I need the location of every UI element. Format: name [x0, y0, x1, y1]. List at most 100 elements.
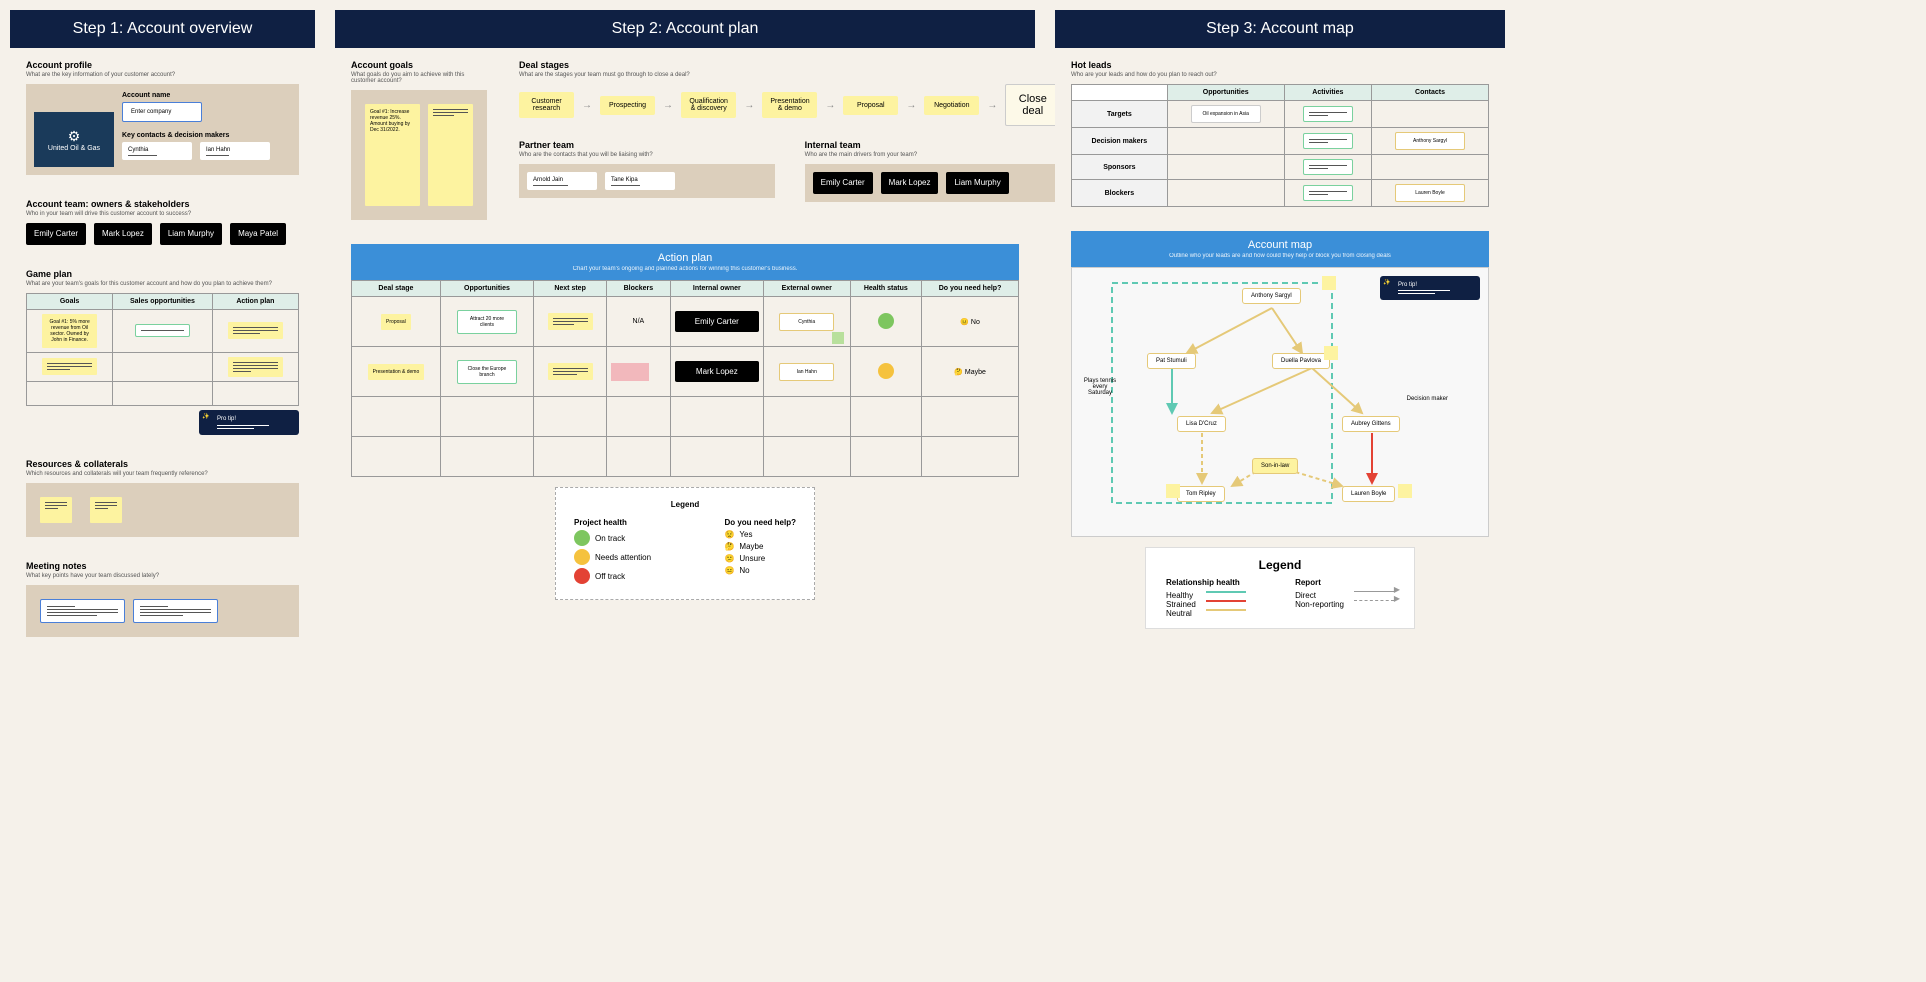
- contact-card[interactable]: Lauren Boyle: [1395, 184, 1465, 202]
- stage[interactable]: Prospecting: [600, 96, 655, 115]
- goal-sticky[interactable]: Goal #1: 5% more revenue from Oil sector…: [42, 314, 97, 348]
- activity-card[interactable]: [1303, 185, 1353, 201]
- map-sticky[interactable]: [1166, 484, 1180, 498]
- arrow-icon: →: [582, 100, 592, 111]
- team-member[interactable]: Liam Murphy: [946, 172, 1008, 194]
- meeting-note[interactable]: [40, 599, 125, 623]
- account-profile-sub: What are the key information of your cus…: [26, 72, 299, 78]
- stage-final[interactable]: Close deal: [1005, 84, 1060, 126]
- legend2-box: Legend Relationship health Healthy Strai…: [1145, 547, 1415, 629]
- stage-sticky[interactable]: Proposal: [381, 314, 411, 330]
- opp-sticky[interactable]: Attract 20 more clients: [457, 310, 517, 334]
- action-plan-header: Action plan Chart your team's ongoing an…: [351, 244, 1019, 280]
- arrow-icon: →: [906, 100, 916, 111]
- owner-tag[interactable]: Mark Lopez: [675, 361, 759, 383]
- team-member[interactable]: Liam Murphy: [160, 223, 222, 245]
- contact-card[interactable]: Ian Hahn: [200, 142, 270, 160]
- pro-tip: Pro tip!: [199, 410, 299, 435]
- meeting-notes-sub: What key points have your team discussed…: [26, 573, 299, 579]
- ext-owner-sticky[interactable]: Ian Hahn: [779, 363, 834, 381]
- stage[interactable]: Proposal: [843, 96, 898, 115]
- map-sticky[interactable]: [1324, 346, 1338, 360]
- team-member[interactable]: Mark Lopez: [94, 223, 152, 245]
- arrow-icon: →: [987, 100, 997, 111]
- deal-stages-title: Deal stages: [519, 60, 1060, 70]
- team-member[interactable]: Emily Carter: [813, 172, 873, 194]
- action-sticky[interactable]: [228, 322, 283, 339]
- map-sticky[interactable]: [1322, 276, 1336, 290]
- opp-card[interactable]: Oil expansion in Asia: [1191, 105, 1261, 123]
- meeting-notes-title: Meeting notes: [26, 561, 299, 571]
- goal-sticky[interactable]: [428, 104, 473, 206]
- activity-card[interactable]: [1303, 159, 1353, 175]
- health-dot-yellow: [878, 363, 894, 379]
- emoji-icon: 😐: [724, 566, 734, 575]
- dot-red-icon: [574, 568, 590, 584]
- map-node[interactable]: Son-in-law: [1252, 458, 1298, 474]
- stage[interactable]: Presentation & demo: [762, 92, 817, 118]
- account-profile-title: Account profile: [26, 60, 299, 70]
- partner-card[interactable]: Arnold Jain: [527, 172, 597, 190]
- action-sticky[interactable]: [228, 357, 283, 377]
- map-node[interactable]: Anthony Sargyl: [1242, 288, 1301, 304]
- action-plan-table: Deal stageOpportunitiesNext stepBlockers…: [351, 280, 1019, 477]
- account-name-label: Account name: [122, 92, 291, 99]
- help-cell: 😐 No: [922, 297, 1019, 347]
- nextstep-sticky[interactable]: [548, 363, 593, 380]
- map-node[interactable]: Lauren Boyle: [1342, 486, 1395, 502]
- resource-sticky[interactable]: [40, 497, 72, 523]
- step3-header: Step 3: Account map: [1055, 10, 1505, 48]
- blocker-card[interactable]: [611, 363, 649, 381]
- opportunity-sticky[interactable]: [135, 324, 190, 337]
- stage[interactable]: Customer research: [519, 92, 574, 118]
- account-name-input[interactable]: Enter company: [122, 102, 202, 122]
- map-node[interactable]: Duella Pavlova: [1272, 353, 1330, 369]
- meeting-note[interactable]: [133, 599, 218, 623]
- internal-team-title: Internal team: [805, 140, 1061, 150]
- health-dot-green: [878, 313, 894, 329]
- resources-title: Resources & collaterals: [26, 459, 299, 469]
- deal-stages-sub: What are the stages your team must go th…: [519, 72, 1060, 78]
- map-node[interactable]: Lisa D'Cruz: [1177, 416, 1226, 432]
- account-team-sub: Who in your team will drive this custome…: [26, 211, 299, 217]
- map-node[interactable]: Tom Ripley: [1177, 486, 1225, 502]
- map-node[interactable]: Aubrey Gittens: [1342, 416, 1400, 432]
- opp-sticky[interactable]: Close the Europe branch: [457, 360, 517, 384]
- internal-team-sub: Who are the main drivers from your team?: [805, 152, 1061, 158]
- partner-team-sub: Who are the contacts that you will be li…: [519, 152, 775, 158]
- game-plan-title: Game plan: [26, 269, 299, 279]
- map-annotation: Plays tennis every Saturday: [1080, 378, 1120, 396]
- activity-card[interactable]: [1303, 106, 1353, 122]
- stage[interactable]: Qualification & discovery: [681, 92, 736, 118]
- board: Step 1: Account overview Account profile…: [0, 0, 1926, 661]
- stage-sticky[interactable]: Presentation & demo: [368, 364, 425, 380]
- key-contacts-label: Key contacts & decision makers: [122, 132, 291, 139]
- arrow-nonreporting-icon: [1354, 600, 1394, 601]
- arrow-icon: →: [663, 100, 673, 111]
- resource-sticky[interactable]: [90, 497, 122, 523]
- contact-card[interactable]: Anthony Sargyl: [1395, 132, 1465, 150]
- team-member[interactable]: Mark Lopez: [881, 172, 939, 194]
- status-flag: [832, 332, 844, 344]
- ext-owner-sticky[interactable]: Cynthia: [779, 313, 834, 331]
- company-logo: ⚙United Oil & Gas: [34, 112, 114, 167]
- nextstep-sticky[interactable]: [548, 313, 593, 330]
- team-member[interactable]: Maya Patel: [230, 223, 286, 245]
- team-member[interactable]: Emily Carter: [26, 223, 86, 245]
- emoji-icon: 🤔: [724, 542, 734, 551]
- map-node[interactable]: Pat Stumuli: [1147, 353, 1196, 369]
- step3-column: Step 3: Account map Hot leads Who are yo…: [1055, 10, 1505, 651]
- stage[interactable]: Negotiation: [924, 96, 979, 115]
- hot-leads-title: Hot leads: [1071, 60, 1489, 70]
- account-map-canvas[interactable]: Anthony Sargyl Pro tip! Pat Stumuli Duel…: [1071, 267, 1489, 537]
- contact-card[interactable]: Cynthia: [122, 142, 192, 160]
- partner-card[interactable]: Tane Kipa: [605, 172, 675, 190]
- emoji-icon: 😕: [724, 554, 734, 563]
- goal-sticky[interactable]: Goal #1: Increase revenue 25%. Amount bu…: [365, 104, 420, 206]
- map-sticky[interactable]: [1398, 484, 1412, 498]
- account-goals-title: Account goals: [351, 60, 487, 70]
- activity-card[interactable]: [1303, 133, 1353, 149]
- goal-sticky[interactable]: [42, 358, 97, 375]
- owner-tag[interactable]: Emily Carter: [675, 311, 759, 333]
- account-team-title: Account team: owners & stakeholders: [26, 199, 299, 209]
